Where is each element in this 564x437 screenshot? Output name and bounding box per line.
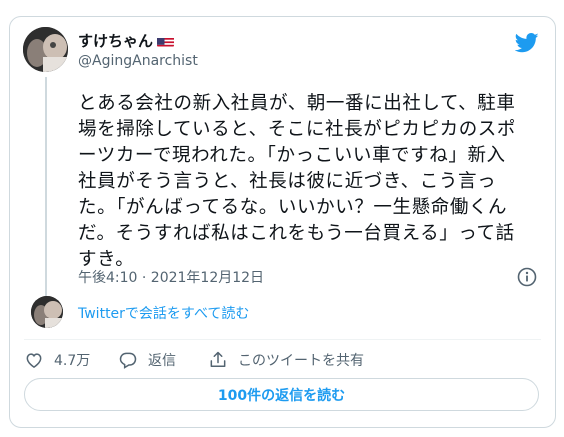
reader-avatar [31,296,63,328]
author-handle[interactable]: @AgingAnarchist [78,52,198,70]
read-conversation-link[interactable]: Twitterで会話をすべて読む [78,305,249,323]
twitter-bird-icon[interactable] [514,33,539,53]
divider [24,339,541,340]
tweet-timestamp[interactable]: 午後4:10 · 2021年12月12日 [78,269,264,287]
reply-bubble-icon [119,352,137,369]
reply-button[interactable]: 返信 [118,350,208,370]
author-display-name[interactable]: すけちゃん [78,31,198,51]
share-icon [210,351,226,367]
thread-line [45,77,47,297]
tweet-actions: 4.7万 返信 このツイートを共有 [24,348,364,372]
like-count: 4.7万 [54,353,91,369]
like-button[interactable]: 4.7万 [24,350,118,370]
author-info[interactable]: すけちゃん @AgingAnarchist [78,31,198,70]
share-button[interactable]: このツイートを共有 [208,350,364,370]
tweet-text: とある会社の新入社員が、朝一番に出社して、駐車 場を掃除していると、そこに社長が… [78,93,517,270]
us-flag-icon [157,35,175,47]
share-label: このツイートを共有 [238,353,364,369]
author-avatar[interactable] [23,27,68,72]
reply-label: 返信 [148,353,176,369]
tweet-embed-card: すけちゃん @AgingAnarchist とある会社の新入社員が、朝一番に出社… [9,16,556,428]
read-replies-button[interactable]: 100件の返信を読む [24,378,539,411]
info-icon[interactable] [517,267,537,287]
heart-icon [26,353,42,368]
